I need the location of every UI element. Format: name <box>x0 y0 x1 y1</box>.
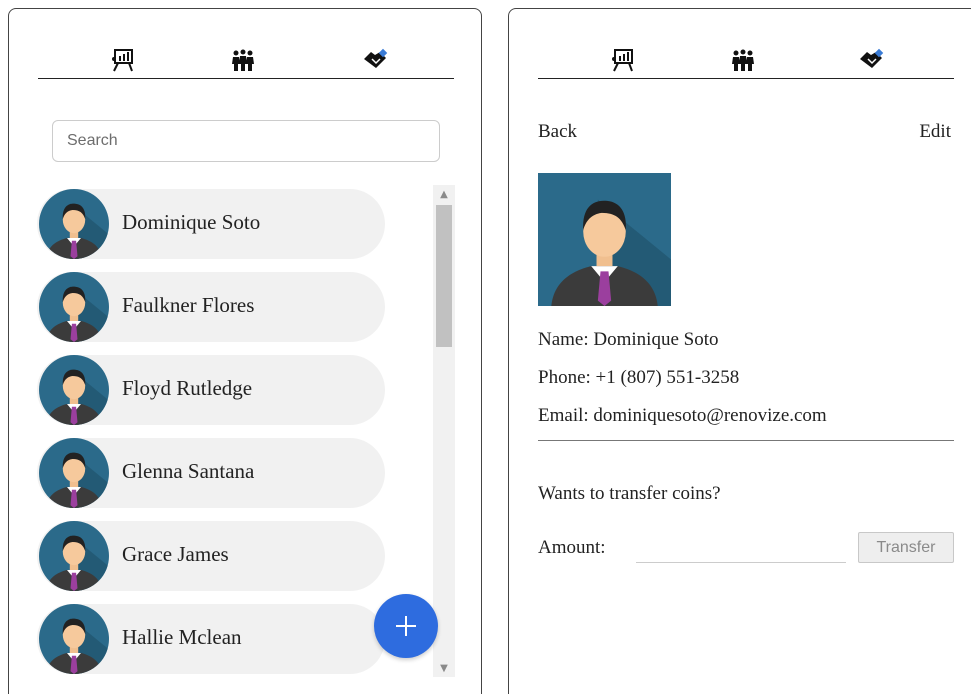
search-input[interactable] <box>52 120 440 162</box>
amount-input[interactable] <box>636 537 846 563</box>
handshake-icon[interactable] <box>858 47 884 73</box>
team-group-icon[interactable] <box>230 47 256 73</box>
team-group-icon[interactable] <box>730 47 756 73</box>
contact-list-panel: Dominique Soto Faulkner Flores Floyd Rut… <box>8 8 482 694</box>
contact-item[interactable]: Dominique Soto <box>37 189 385 259</box>
handshake-icon[interactable] <box>362 47 388 73</box>
contact-name: Floyd Rutledge <box>122 376 253 400</box>
scroll-thumb[interactable] <box>436 205 452 347</box>
list-scrollbar[interactable]: ▲ ▼ <box>433 185 455 677</box>
avatar <box>39 189 109 259</box>
avatar <box>39 355 109 425</box>
contact-item[interactable]: Hallie Mclean <box>37 604 385 674</box>
contact-name: Dominique Soto <box>122 210 261 234</box>
scroll-up-arrow-icon[interactable]: ▲ <box>433 185 455 203</box>
avatar <box>39 438 109 508</box>
contact-name: Grace James <box>122 542 229 566</box>
contact-name: Faulkner Flores <box>122 293 255 317</box>
contact-item[interactable]: Glenna Santana <box>37 438 385 508</box>
contact-name-line: Name: Dominique Soto <box>538 329 719 350</box>
contact-detail-panel: Back Edit Name: Dominique Soto Phone: +1… <box>508 8 971 694</box>
contact-name: Glenna Santana <box>122 459 255 483</box>
transfer-prompt: Wants to transfer coins? <box>538 483 721 504</box>
contact-email-line: Email: dominiquesoto@renovize.com <box>538 405 827 426</box>
amount-label: Amount: <box>538 537 606 558</box>
contact-photo <box>538 173 671 306</box>
avatar <box>39 521 109 591</box>
contact-item[interactable]: Floyd Rutledge <box>37 355 385 425</box>
contact-item[interactable]: Grace James <box>37 521 385 591</box>
avatar <box>39 272 109 342</box>
avatar <box>39 604 109 674</box>
presentation-chart-icon[interactable] <box>110 47 136 73</box>
contact-phone-line: Phone: +1 (807) 551-3258 <box>538 367 740 388</box>
contact-item[interactable]: Faulkner Flores <box>37 272 385 342</box>
add-contact-button[interactable] <box>374 594 438 658</box>
scroll-down-arrow-icon[interactable]: ▼ <box>433 659 455 677</box>
presentation-chart-icon[interactable] <box>610 47 636 73</box>
plus-icon <box>396 616 416 636</box>
edit-link[interactable]: Edit <box>919 121 951 143</box>
top-nav <box>538 39 954 79</box>
top-nav <box>38 39 454 79</box>
divider <box>538 440 954 441</box>
back-link[interactable]: Back <box>538 121 577 143</box>
contact-name: Hallie Mclean <box>122 625 242 649</box>
transfer-button[interactable]: Transfer <box>858 532 954 563</box>
